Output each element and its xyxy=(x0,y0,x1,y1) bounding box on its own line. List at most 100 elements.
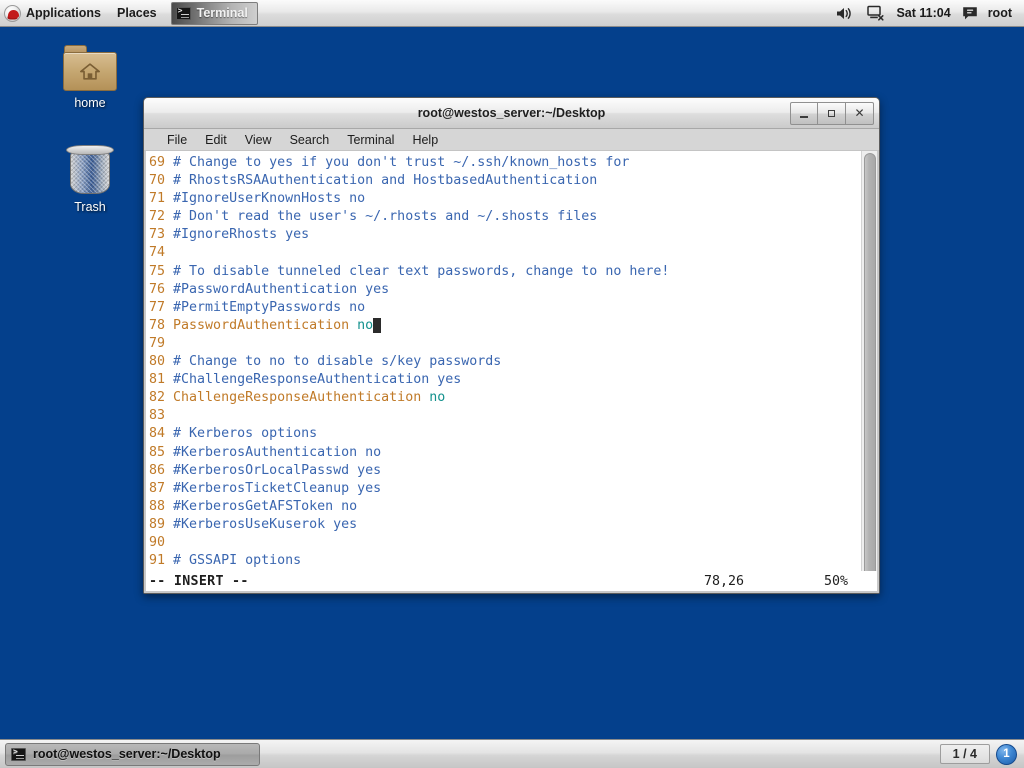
vim-line: 84 # Kerberos options xyxy=(149,425,861,443)
terminal-text-area[interactable]: 69 # Change to yes if you don't trust ~/… xyxy=(144,151,879,571)
vim-line-text: # Change to no to disable s/key password… xyxy=(173,354,502,370)
vim-line-number: 91 xyxy=(149,553,174,569)
vim-line: 69 # Change to yes if you don't trust ~/… xyxy=(149,154,861,172)
vim-line: 80 # Change to no to disable s/key passw… xyxy=(149,353,861,371)
trash-can-icon xyxy=(66,145,114,195)
vim-line: 76 #PasswordAuthentication yes xyxy=(149,281,861,299)
vim-line: 81 #ChallengeResponseAuthentication yes xyxy=(149,371,861,389)
workspace-switcher[interactable]: 1 / 4 xyxy=(939,744,990,764)
vim-line: 77 #PermitEmptyPasswords no xyxy=(149,299,861,317)
vim-line: 75 # To disable tunneled clear text pass… xyxy=(149,263,861,281)
vim-line-number: 73 xyxy=(149,227,174,243)
notification-badge[interactable]: 1 xyxy=(996,743,1017,765)
vim-line-text: #KerberosUseKuserok yes xyxy=(173,516,358,532)
vim-line-text: #KerberosOrLocalPasswd yes xyxy=(173,462,382,478)
network-disconnected-icon[interactable] xyxy=(867,5,885,21)
vim-line-text: # RhostsRSAAuthentication and HostbasedA… xyxy=(173,173,598,189)
menubar: File Edit View Search Terminal Help xyxy=(144,129,879,151)
scrollbar-thumb[interactable] xyxy=(864,153,876,571)
vim-line-number: 86 xyxy=(149,462,174,478)
desktop-icon-trash-label: Trash xyxy=(74,200,106,214)
vim-line-number: 74 xyxy=(149,245,174,261)
vim-scroll-percent: 50% xyxy=(824,573,849,589)
redhat-logo-icon xyxy=(4,4,21,22)
vim-line: 89 #KerberosUseKuserok yes xyxy=(149,516,861,534)
vim-line-text: #KerberosGetAFSToken no xyxy=(173,498,358,514)
taskbar-window-button-label: root@westos_server:~/Desktop xyxy=(33,747,221,761)
tasklist-item-terminal[interactable]: Terminal xyxy=(170,1,258,25)
vim-line: 73 #IgnoreRhosts yes xyxy=(149,226,861,244)
home-folder-icon xyxy=(63,45,117,91)
window-buttons: ✕ xyxy=(790,101,874,125)
vim-line-text: # Change to yes if you don't trust ~/.ss… xyxy=(173,155,630,170)
vim-line: 72 # Don't read the user's ~/.rhosts and… xyxy=(149,208,861,226)
message-icon[interactable] xyxy=(962,6,978,21)
places-menu[interactable]: Places xyxy=(109,0,165,26)
volume-icon[interactable] xyxy=(836,6,853,21)
vim-line-number: 71 xyxy=(149,191,174,207)
vim-line-number: 81 xyxy=(149,372,174,388)
vim-line: 91 # GSSAPI options xyxy=(149,552,861,570)
vim-line: 87 #KerberosTicketCleanup yes xyxy=(149,480,861,498)
tasklist-item-label: Terminal xyxy=(196,6,248,20)
clock[interactable]: Sat 11:04 xyxy=(892,6,954,20)
menu-item-edit[interactable]: Edit xyxy=(196,130,236,150)
vim-line-text: #IgnoreUserKnownHosts no xyxy=(173,191,366,207)
vim-line: 88 #KerberosGetAFSToken no xyxy=(149,498,861,516)
vim-cursor-position: 78,26 xyxy=(704,573,745,589)
vim-line-number: 69 xyxy=(149,155,174,170)
top-panel-left: Applications Places Terminal xyxy=(0,0,258,26)
top-panel-tray: Sat 11:04 root xyxy=(829,0,1024,26)
terminal-window[interactable]: root@westos_server:~/Desktop ✕ File Edit… xyxy=(143,97,880,594)
vim-line-text: #IgnoreRhosts yes xyxy=(173,227,310,243)
vim-line: 70 # RhostsRSAAuthentication and Hostbas… xyxy=(149,172,861,190)
vim-line-number: 72 xyxy=(149,209,174,225)
terminal-scrollbar[interactable] xyxy=(861,151,877,571)
vim-line-text: no xyxy=(357,317,374,333)
vim-line-number: 89 xyxy=(149,516,174,532)
vim-line-text: # Kerberos options xyxy=(173,426,318,442)
vim-buffer[interactable]: 69 # Change to yes if you don't trust ~/… xyxy=(146,151,861,571)
vim-line-text: PasswordAuthentication xyxy=(173,317,358,333)
close-button[interactable]: ✕ xyxy=(846,101,874,125)
places-menu-label: Places xyxy=(117,6,157,20)
vim-line-text: #KerberosTicketCleanup yes xyxy=(173,480,382,496)
terminal-icon xyxy=(175,6,191,20)
desktop-icon-home[interactable]: home xyxy=(42,45,138,110)
vim-line: 74 xyxy=(149,244,861,262)
vim-line-number: 88 xyxy=(149,498,174,514)
applications-menu[interactable]: Applications xyxy=(0,0,109,26)
vim-line-text: # To disable tunneled clear text passwor… xyxy=(173,263,670,279)
minimize-button[interactable] xyxy=(790,101,818,125)
bottom-panel: root@westos_server:~/Desktop 1 / 4 1 xyxy=(0,739,1024,768)
menu-item-file[interactable]: File xyxy=(158,130,196,150)
vim-line: 83 xyxy=(149,407,861,425)
vim-line-number: 83 xyxy=(149,408,174,424)
vim-line-number: 76 xyxy=(149,281,174,297)
vim-line-text: # GSSAPI options xyxy=(173,553,302,569)
vim-line-number: 70 xyxy=(149,173,174,189)
window-title: root@westos_server:~/Desktop xyxy=(417,106,606,120)
vim-line: 82 ChallengeResponseAuthentication no xyxy=(149,389,861,407)
vim-line-number: 90 xyxy=(149,534,174,550)
vim-line-number: 80 xyxy=(149,354,174,370)
taskbar-window-button[interactable]: root@westos_server:~/Desktop xyxy=(5,742,260,766)
vim-line: 78 PasswordAuthentication no xyxy=(149,317,861,335)
close-icon: ✕ xyxy=(854,106,865,120)
vim-line-text: ChallengeResponseAuthentication xyxy=(173,390,430,406)
vim-line: 71 #IgnoreUserKnownHosts no xyxy=(149,190,861,208)
vim-line-text: #PermitEmptyPasswords no xyxy=(173,299,366,315)
menu-item-view[interactable]: View xyxy=(236,130,281,150)
top-panel: Applications Places Terminal Sat 11:0 xyxy=(0,0,1024,27)
vim-line-number: 87 xyxy=(149,480,174,496)
vim-line-number: 84 xyxy=(149,426,174,442)
vim-mode-indicator: -- INSERT -- xyxy=(149,573,249,589)
menu-item-terminal[interactable]: Terminal xyxy=(338,130,403,150)
user-menu-label[interactable]: root xyxy=(985,6,1016,20)
menu-item-search[interactable]: Search xyxy=(281,130,339,150)
vim-line-number: 75 xyxy=(149,263,174,279)
window-titlebar[interactable]: root@westos_server:~/Desktop ✕ xyxy=(144,98,879,129)
desktop-icon-trash[interactable]: Trash xyxy=(42,145,138,214)
maximize-button[interactable] xyxy=(818,101,846,125)
menu-item-help[interactable]: Help xyxy=(403,130,447,150)
